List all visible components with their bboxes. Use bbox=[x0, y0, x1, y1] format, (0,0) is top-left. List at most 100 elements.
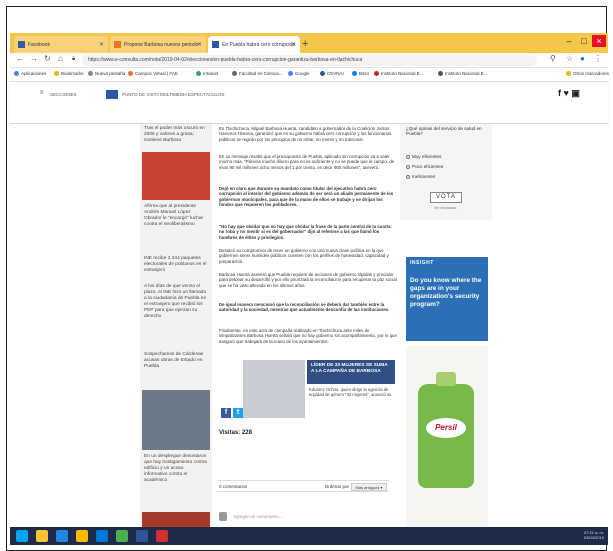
social-icons[interactable]: f ♥ ▣ bbox=[558, 88, 580, 99]
sidebar-headline[interactable]: Tras el poder más oscuro en 2006 y valor… bbox=[144, 126, 208, 144]
order-select[interactable]: Más antiguos ▾ bbox=[351, 483, 387, 491]
comment-composer[interactable]: Agregar un comentario... bbox=[217, 512, 389, 524]
bookmark-item[interactable]: Instituto Nacional E... bbox=[438, 71, 488, 76]
page-icon bbox=[320, 71, 325, 76]
file-explorer-icon[interactable] bbox=[36, 530, 48, 542]
related-article-title[interactable]: LÍDER DE 33 MUJERES SE SUMA A LA CAMPAÑA… bbox=[307, 360, 395, 384]
sidebar-caption: A los días de que venza el plazo, el INE… bbox=[144, 284, 207, 319]
menu-dots-icon[interactable]: ⋮ bbox=[594, 54, 602, 63]
close-icon[interactable]: ✕ bbox=[291, 41, 296, 48]
page-icon bbox=[374, 71, 379, 76]
bookmark-item[interactable]: Google bbox=[288, 71, 310, 76]
vote-button[interactable]: VOTA bbox=[430, 192, 462, 203]
hamburger-icon[interactable]: ≡ bbox=[40, 90, 44, 96]
bookmark-other[interactable]: Otros marcadores bbox=[566, 71, 609, 76]
tab-label: Propone Barbosa nuevos periodo bbox=[124, 41, 199, 48]
nav-punto-de-vista[interactable]: PUNTO DE VISTA bbox=[122, 92, 159, 97]
edge-icon[interactable] bbox=[56, 530, 68, 542]
page-icon bbox=[232, 71, 237, 76]
back-arrow-icon[interactable]: ← bbox=[16, 54, 24, 63]
close-icon[interactable]: ✕ bbox=[197, 41, 202, 48]
tab-current-article[interactable]: En Puebla habrá cero corrupción ✕ bbox=[208, 36, 300, 53]
acrobat-icon[interactable] bbox=[156, 530, 168, 542]
article-paragraph: En su mensaje resaltó que el presupuesto… bbox=[219, 154, 395, 170]
nav-secciones[interactable]: SECCIONES bbox=[50, 92, 77, 97]
page-icon bbox=[352, 71, 357, 76]
new-tab-button[interactable]: + bbox=[302, 38, 308, 50]
profile-icon[interactable]: ● bbox=[580, 54, 585, 63]
folder-icon bbox=[566, 71, 571, 76]
bookmark-apps[interactable]: Aplicaciones bbox=[14, 71, 46, 76]
star-icon bbox=[54, 71, 59, 76]
reload-icon[interactable]: ↻ bbox=[44, 54, 51, 63]
sidebar-caption: Afirma que al presidente Andrés Manuel L… bbox=[144, 204, 204, 227]
page-icon bbox=[196, 71, 201, 76]
bookmark-item[interactable]: Bookmarks bbox=[54, 71, 84, 76]
article-paragraph: "No hay que olvidar que no hay que olvid… bbox=[219, 224, 392, 240]
ad-message: Do you know where the gaps are in your o… bbox=[410, 277, 482, 308]
sidebar-photo[interactable] bbox=[142, 390, 210, 450]
related-article-card[interactable]: LÍDER DE 33 MUJERES SE SUMA A LA CAMPAÑA… bbox=[243, 360, 395, 418]
site-logo-icon[interactable] bbox=[106, 90, 118, 99]
site-header: ≡ SECCIONES PUNTO DE VISTA MULTIMEDIA ES… bbox=[10, 82, 608, 124]
outlook-icon[interactable] bbox=[96, 530, 108, 542]
page-icon bbox=[438, 71, 443, 76]
lock-icon: 🔒︎ bbox=[72, 56, 76, 62]
nav-espectaculos[interactable]: ESPECTÁCULOS bbox=[188, 92, 225, 97]
zoom-icon[interactable]: ⚲ bbox=[550, 54, 556, 63]
radio-icon[interactable] bbox=[406, 164, 410, 169]
poll-option[interactable]: Poco eficientes bbox=[406, 164, 443, 169]
windows-start-icon[interactable] bbox=[16, 530, 28, 542]
system-clock[interactable]: 07:21 a. m. 03/04/2019 bbox=[584, 530, 604, 540]
facebook-icon bbox=[18, 41, 25, 48]
sidebar-headline[interactable]: Sospechamos de Cárdenas acusan obras de … bbox=[144, 352, 208, 370]
radio-icon[interactable] bbox=[406, 154, 410, 159]
poll-question: ¿Qué opinas del servicio de salud en Pue… bbox=[406, 126, 482, 137]
related-article-photo[interactable] bbox=[243, 360, 305, 418]
maximize-button[interactable]: □ bbox=[577, 35, 591, 47]
tab-label: En Puebla habrá cero corrupción bbox=[222, 41, 296, 48]
persil-ad[interactable]: Persil bbox=[406, 346, 488, 527]
tab-facebook[interactable]: Facebook ✕ bbox=[14, 36, 108, 53]
chrome-icon[interactable] bbox=[116, 530, 128, 542]
order-label: Ordenar por bbox=[324, 484, 349, 489]
sidebar-photo[interactable] bbox=[142, 512, 210, 527]
facebook-share-icon[interactable]: f bbox=[221, 408, 231, 418]
star-icon[interactable]: ☆ bbox=[566, 54, 573, 63]
bookmark-item[interactable]: Instituto Nacional E... bbox=[374, 71, 424, 76]
page-content: Tras el poder más oscuro en 2006 y valor… bbox=[10, 124, 608, 527]
home-icon[interactable]: ⌂ bbox=[58, 54, 63, 63]
bookmark-item[interactable]: Facultad en Ciencia... bbox=[232, 71, 283, 76]
comment-input[interactable]: Agregar un comentario... bbox=[233, 514, 283, 519]
sidebar-headline[interactable]: INE recibe 2,344 paquetes electorales de… bbox=[144, 256, 208, 274]
bookmark-item[interactable]: Nueva pestaña bbox=[88, 71, 125, 76]
sidebar-photo[interactable] bbox=[142, 152, 210, 200]
radio-icon[interactable] bbox=[406, 174, 410, 179]
close-icon[interactable]: ✕ bbox=[99, 41, 104, 48]
close-window-button[interactable]: × bbox=[592, 35, 606, 47]
results-link[interactable]: Ver resultados bbox=[434, 206, 456, 210]
bookmark-item[interactable]: Intranet bbox=[196, 71, 218, 76]
detergent-bottle-image: Persil bbox=[418, 372, 474, 488]
bookmark-item[interactable]: CEVNAI bbox=[320, 71, 344, 76]
word-icon[interactable] bbox=[136, 530, 148, 542]
tab-propone[interactable]: Propone Barbosa nuevos periodo ✕ bbox=[110, 36, 206, 53]
article-paragraph: Destacó su compromiso de tener un gobier… bbox=[219, 248, 389, 264]
folder-icon[interactable] bbox=[76, 530, 88, 542]
visit-count: Visitas: 228 bbox=[219, 430, 252, 436]
site-favicon-icon bbox=[114, 41, 121, 48]
nav-multimedia[interactable]: MULTIMEDIA bbox=[160, 92, 187, 97]
poll-option[interactable]: Ineficientes bbox=[406, 174, 435, 179]
related-article-summary: Eduarne Ochoa, quien dirige la agencia d… bbox=[309, 387, 392, 397]
security-ad[interactable]: INSIGHT Do you know where the gaps are i… bbox=[406, 257, 488, 341]
bookmark-item[interactable]: Bitso bbox=[352, 71, 369, 76]
comments-header: 0 comentarios Ordenar por Más antiguos ▾ bbox=[217, 480, 389, 492]
forward-arrow-icon[interactable]: → bbox=[30, 54, 38, 63]
bookmark-item[interactable]: Campus Virtual | FAE bbox=[128, 71, 178, 76]
twitter-share-icon[interactable]: t bbox=[233, 408, 243, 418]
poll-option[interactable]: Muy eficientes bbox=[406, 154, 441, 159]
minimize-button[interactable]: – bbox=[562, 35, 576, 47]
url-field[interactable]: https://www.e-consulta.com/nota/2019-04-… bbox=[82, 55, 537, 66]
comments-count: 0 comentarios bbox=[219, 484, 248, 489]
article-paragraph: En Tlachichuca, Miguel Barbosa Huerta, c… bbox=[219, 126, 392, 142]
